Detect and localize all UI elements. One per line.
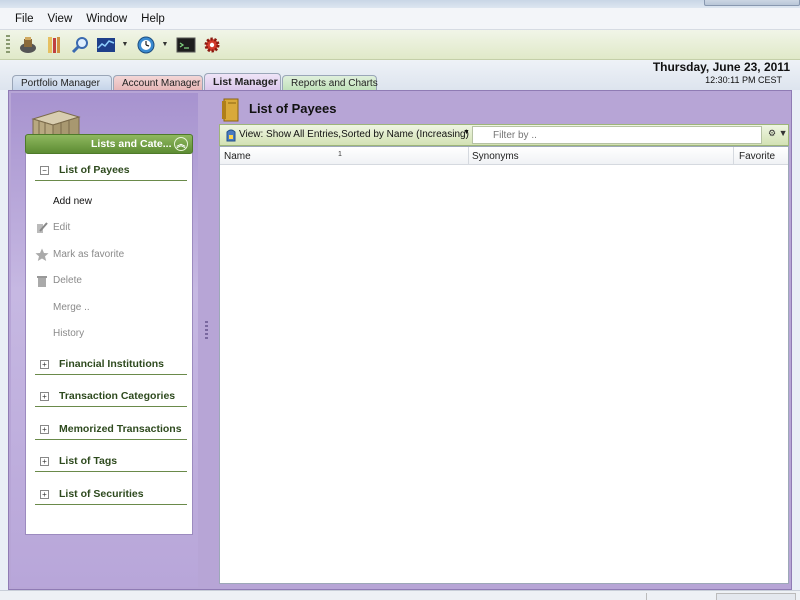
menu-help[interactable]: Help: [134, 13, 172, 25]
window-controls[interactable]: [704, 0, 800, 6]
section-list-of-payees[interactable]: − List of Payees: [35, 163, 187, 181]
menu-window[interactable]: Window: [79, 13, 134, 25]
filter-options-gear-icon[interactable]: ⚙ ▼: [768, 128, 788, 143]
section-list-of-tags-label: List of Tags: [59, 455, 118, 467]
column-name[interactable]: Name: [224, 151, 251, 162]
portfolio-icon[interactable]: [16, 33, 40, 57]
section-transaction-categories[interactable]: + Transaction Categories: [35, 389, 187, 407]
star-icon: [35, 248, 49, 261]
edit-label: Edit: [53, 222, 71, 233]
collapse-minus-icon[interactable]: −: [40, 166, 49, 175]
status-segment: [716, 593, 796, 600]
payees-header: List of Payees: [209, 93, 789, 123]
payees-panel: List of Payees View: Show All Entries,So…: [209, 93, 789, 587]
merge-label: Merge ..: [53, 302, 90, 313]
categories-list: [25, 135, 193, 535]
view-selector-label: View: Show All Entries,Sorted by Name (I…: [239, 129, 469, 140]
expand-plus-icon[interactable]: +: [40, 490, 49, 499]
section-financial-institutions-label: Financial Institutions: [59, 358, 165, 370]
settings-gear-icon[interactable]: [200, 33, 224, 57]
panel-splitter[interactable]: [205, 321, 208, 341]
page-title: List of Payees: [249, 101, 337, 116]
section-list-of-securities[interactable]: + List of Securities: [35, 487, 187, 505]
expand-plus-icon[interactable]: +: [40, 457, 49, 466]
expand-plus-icon[interactable]: +: [40, 425, 49, 434]
tab-strip: Portfolio Manager Account Manager List M…: [0, 60, 800, 92]
lists-and-categories-label: Lists and Cate...: [91, 138, 172, 150]
book-icon: [222, 98, 239, 122]
toolbar-grip[interactable]: [6, 34, 10, 55]
tab-portfolio-manager[interactable]: Portfolio Manager: [12, 75, 112, 91]
expand-plus-icon[interactable]: +: [40, 392, 49, 401]
menu-bar: File View Window Help: [0, 8, 800, 30]
section-memorized-transactions-label: Memorized Transactions: [59, 423, 182, 435]
view-icon: [226, 129, 236, 142]
search-icon[interactable]: [68, 33, 92, 57]
history-label: History: [53, 328, 85, 339]
status-bar: [0, 590, 800, 600]
clock-dropdown-icon[interactable]: ▼: [160, 41, 170, 48]
filter-bar: View: Show All Entries,Sorted by Name (I…: [219, 124, 789, 146]
column-favorite[interactable]: Favorite: [739, 151, 775, 162]
edit-icon: [37, 222, 48, 233]
section-list-of-payees-label: List of Payees: [59, 164, 130, 176]
book-icon[interactable]: [42, 33, 66, 57]
lists-and-categories-header[interactable]: Lists and Cate... ︽: [25, 134, 193, 154]
collapse-icon[interactable]: ︽: [174, 137, 188, 151]
terminal-icon[interactable]: [174, 33, 198, 57]
delete-label: Delete: [53, 275, 82, 286]
chart-icon[interactable]: [94, 33, 118, 57]
section-financial-institutions[interactable]: + Financial Institutions: [35, 357, 187, 375]
column-divider[interactable]: [468, 147, 469, 165]
toolbar: ▼ ▼: [0, 30, 800, 60]
section-memorized-transactions[interactable]: + Memorized Transactions: [35, 422, 187, 440]
chart-dropdown-icon[interactable]: ▼: [120, 41, 130, 48]
trash-icon: [37, 276, 47, 287]
current-time: 12:30:11 PM CEST: [705, 75, 782, 85]
tab-account-manager[interactable]: Account Manager: [113, 75, 203, 91]
list-manager-frame: Lists and Cate... ︽ − List of Payees Add…: [8, 90, 792, 590]
tab-reports-and-charts[interactable]: Reports and Charts: [282, 75, 378, 91]
menu-file[interactable]: File: [8, 13, 41, 25]
view-selector[interactable]: View: Show All Entries,Sorted by Name (I…: [223, 127, 473, 143]
table-header: Name 1 Synonyms Favorite: [220, 147, 788, 165]
mark-as-favorite-label: Mark as favorite: [53, 249, 125, 260]
section-transaction-categories-label: Transaction Categories: [59, 390, 176, 402]
column-divider[interactable]: [733, 147, 734, 165]
chevron-down-icon: ▼: [463, 129, 470, 136]
categories-panel: Lists and Cate... ︽ − List of Payees Add…: [11, 93, 198, 587]
section-list-of-tags[interactable]: + List of Tags: [35, 454, 187, 472]
menu-view[interactable]: View: [41, 13, 80, 25]
filter-input[interactable]: [472, 126, 762, 144]
status-segment: [646, 593, 686, 600]
section-list-of-securities-label: List of Securities: [59, 488, 144, 500]
payees-table: Name 1 Synonyms Favorite: [219, 146, 789, 584]
sort-indicator: 1: [338, 151, 342, 158]
column-synonyms[interactable]: Synonyms: [472, 151, 519, 162]
clock-icon[interactable]: [134, 33, 158, 57]
add-new-label: Add new: [53, 196, 92, 207]
title-bar: [0, 0, 800, 8]
expand-plus-icon[interactable]: +: [40, 360, 49, 369]
current-date: Thursday, June 23, 2011: [652, 60, 790, 74]
